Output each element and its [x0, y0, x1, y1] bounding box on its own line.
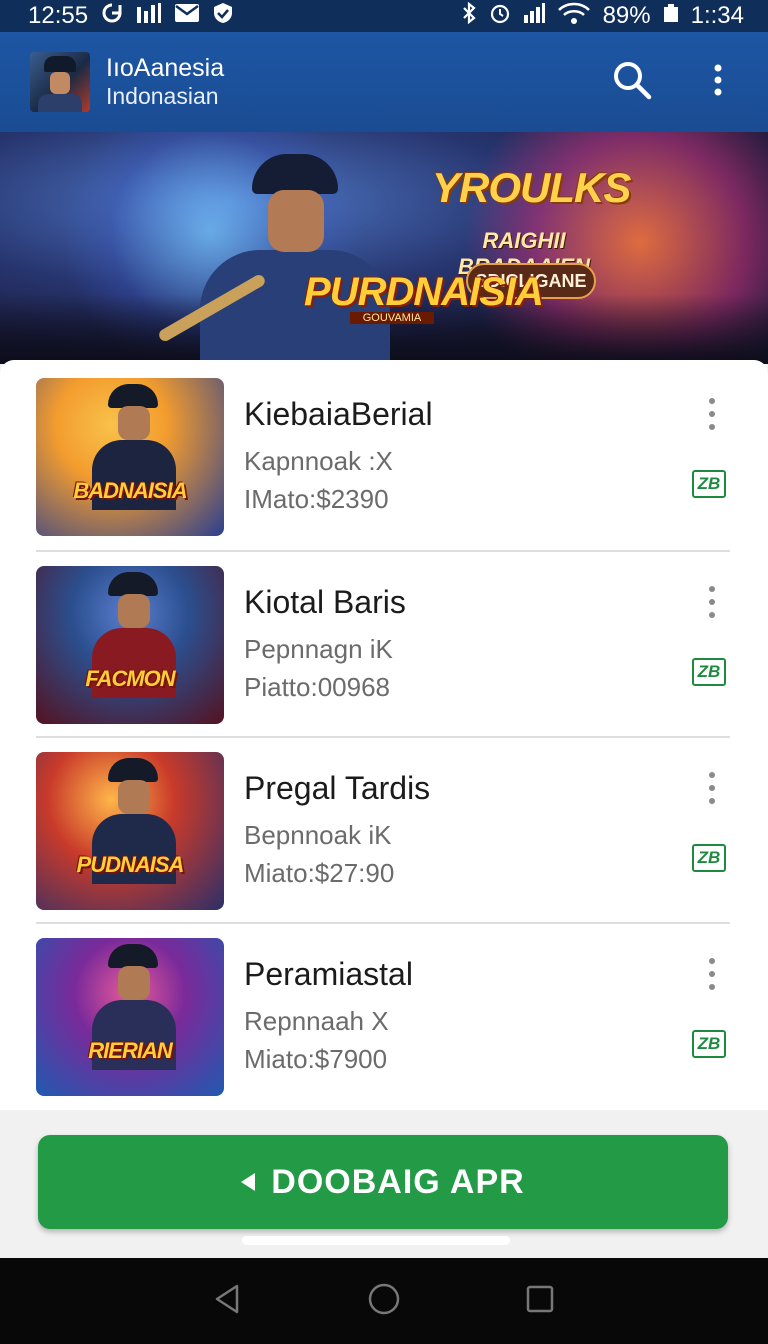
item-title: Peramiastal [244, 956, 413, 992]
mail-icon [174, 2, 200, 30]
item-subtitle: Kapnnoak :X [244, 446, 393, 476]
item-thumbnail: RIERIAN [36, 938, 224, 1096]
signal-bars-icon [136, 2, 162, 30]
sync-icon [100, 2, 124, 30]
item-price: Miato:$7900 [244, 1044, 388, 1074]
bluetooth-icon [461, 1, 477, 31]
item-badge: ZB [692, 1030, 726, 1058]
item-badge: ZB [692, 470, 726, 498]
overflow-menu-icon [713, 63, 723, 102]
recents-icon [525, 1284, 555, 1319]
download-app-button[interactable]: DOOBAIG APR [38, 1135, 728, 1229]
app-bar: IıoAanesia Indonasian [0, 32, 768, 132]
item-badge: ZB [692, 658, 726, 686]
item-title: KiebaiaBerial [244, 396, 433, 432]
item-price: IMato:$2390 [244, 484, 389, 514]
item-overflow-icon[interactable] [706, 398, 718, 430]
cta-label: DOOBAIG APR [271, 1162, 525, 1201]
list-item[interactable]: PUDNAISA Pregal Tardis Bepnnoak iK Miato… [36, 734, 730, 920]
alarm-icon [489, 2, 511, 31]
system-nav-bar [0, 1258, 768, 1344]
home-indicator[interactable] [242, 1236, 510, 1245]
battery-icon [663, 2, 679, 30]
promo-banner[interactable] [0, 132, 768, 364]
item-subtitle: Pepnnagn iK [244, 634, 393, 664]
item-overflow-icon[interactable] [706, 586, 718, 618]
item-thumbnail-logo: BADNAISIA [73, 478, 187, 503]
item-thumbnail-logo: RIERIAN [88, 1038, 172, 1063]
banner-logo: PURDNAISIA [304, 270, 544, 314]
play-arrow-icon [241, 1173, 256, 1191]
list-item[interactable]: BADNAISIA KiebaiaBerial Kapnnoak :X IMat… [36, 360, 730, 546]
cell-signal-icon [523, 2, 545, 30]
item-thumbnail: FACMON [36, 566, 224, 724]
item-subtitle: Bepnnoak iK [244, 820, 392, 850]
battery-percent: 89% [602, 2, 651, 29]
list-item[interactable]: RIERIAN Peramiastal Repnnaah X Miato:$79… [36, 920, 730, 1106]
item-overflow-icon[interactable] [706, 772, 718, 804]
status-clock-right: 1::34 [690, 2, 744, 29]
nav-recents-button[interactable] [520, 1281, 560, 1321]
search-icon [612, 60, 652, 105]
item-badge: ZB [692, 844, 726, 872]
item-title: Pregal Tardis [244, 770, 431, 806]
item-title: Kiotal Baris [244, 584, 406, 620]
app-avatar[interactable] [30, 52, 90, 112]
item-price: Piatto:00968 [244, 672, 391, 702]
wifi-icon [557, 2, 591, 31]
search-button[interactable] [610, 60, 654, 104]
item-thumbnail-logo: PUDNAISA [76, 852, 185, 877]
status-time: 12:55 [28, 2, 89, 29]
nav-back-button[interactable] [208, 1281, 248, 1321]
app-list: BADNAISIA KiebaiaBerial Kapnnoak :X IMat… [0, 360, 768, 1110]
item-thumbnail-logo: FACMON [85, 666, 175, 691]
nav-home-button[interactable] [364, 1281, 404, 1321]
item-overflow-icon[interactable] [706, 958, 718, 990]
banner-logo-subtitle: GOUVAMIA [350, 312, 434, 324]
item-price: Miato:$27:90 [244, 858, 395, 888]
app-subtitle: Indonasian [106, 83, 219, 110]
home-icon [367, 1282, 401, 1321]
status-bar: 12:55 89% 1::34 [0, 0, 768, 32]
banner-title: YROULKS [432, 164, 631, 211]
shield-check-icon [212, 2, 234, 31]
overflow-menu-button[interactable] [696, 60, 740, 104]
item-thumbnail: BADNAISIA [36, 378, 224, 536]
app-title: IıoAanesia [106, 54, 225, 83]
app-titles: IıoAanesia Indonasian [106, 54, 224, 109]
back-icon [213, 1283, 243, 1320]
item-thumbnail: PUDNAISA [36, 752, 224, 910]
list-item[interactable]: FACMON Kiotal Baris Pepnnagn iK Piatto:0… [36, 548, 730, 734]
item-subtitle: Repnnaah X [244, 1006, 389, 1036]
